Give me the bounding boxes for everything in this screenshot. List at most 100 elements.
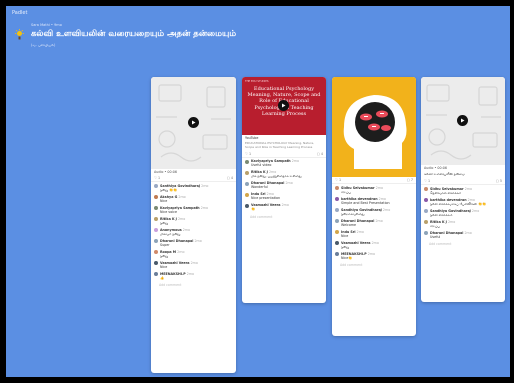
like-button[interactable]: ♡ 1 xyxy=(245,152,251,156)
comment-time: 2mo xyxy=(464,230,472,235)
comment-count: 7 xyxy=(410,178,413,182)
add-comment-input[interactable]: Add comment xyxy=(332,261,416,269)
comment-time: 2mo xyxy=(375,185,384,190)
play-button[interactable] xyxy=(278,100,289,111)
comment-item: Vasmozhi Veera 2mo 👏 xyxy=(242,202,326,213)
like-button[interactable]: ♡ 1 xyxy=(154,176,160,180)
avatar xyxy=(424,209,428,213)
comment-time: 2mo xyxy=(471,208,480,213)
brand-logo[interactable]: Padlet xyxy=(12,10,27,16)
avatar xyxy=(154,250,158,254)
sun-icon xyxy=(15,29,24,40)
comment-text: மிகவும் நன்று xyxy=(160,231,181,236)
add-comment-input[interactable]: Add comment xyxy=(421,240,505,248)
comment-time: 2mo xyxy=(447,219,456,224)
avatar xyxy=(154,228,158,232)
post-card-audio-1[interactable]: Audio • 00:06 ♡ 1 ▢ 4 Santhiya Govindhar… xyxy=(151,77,236,373)
comment-text: 👍 xyxy=(160,275,165,280)
comment-count-button[interactable]: ▢ 4 xyxy=(227,176,233,180)
avatar xyxy=(335,219,339,223)
comment-author: MEENAKSHI.P xyxy=(160,271,186,276)
comment-time: 2mo xyxy=(291,159,300,164)
comment-time: 2mo xyxy=(285,181,293,186)
comment-time: 2mo xyxy=(200,205,209,210)
comment-time: 2mo xyxy=(378,196,386,201)
comment-item: Indu Sri 2mo Nice xyxy=(332,228,416,239)
reaction-bar: ♡ 1 ▢ 7 xyxy=(332,177,416,184)
comment-text: Wonderful xyxy=(251,185,268,190)
comment-item: Sandhiya Govindharaj 2mo நன்றாகவுள்ளது xyxy=(332,206,416,217)
comment-text: Useful video xyxy=(251,163,272,168)
comment-count-button[interactable]: ▢ 5 xyxy=(496,179,502,183)
comment-author: Dharani Dhanapal xyxy=(341,218,375,223)
avatar xyxy=(335,230,339,234)
comment-list: Santhiya Govindharaj 2mo நன்று 👏👏 Akshya … xyxy=(151,182,236,281)
comment-text: Simple and Best Presentation xyxy=(341,200,390,205)
add-comment-input[interactable]: Add comment xyxy=(151,281,236,289)
comment-text: நல்ல விளக்கமாகப் பேசினீர்கள் 👏👏 xyxy=(430,201,487,206)
comment-item: Dharani Dhanapal 2mo Welcome xyxy=(332,217,416,228)
avatar xyxy=(154,239,158,243)
comment-author: karthika devendran xyxy=(341,196,378,201)
breadcrumb: Sara Mathi • 9mo xyxy=(31,23,62,27)
post-card-image[interactable]: ♡ 1 ▢ 7 Sidhu Selvakumar 2mo சிறப்பு kart… xyxy=(332,77,416,336)
comment-item: Dharani Dhanapal 2mo Useful xyxy=(421,229,505,240)
comment-text: தெளிவான விளக்கம் xyxy=(430,190,462,195)
avatar xyxy=(154,195,158,199)
video-description: EDUCATIONAL PSYCHOLOGY Meaning, Nature, … xyxy=(245,141,315,149)
comment-list: Sidhu Selvakumar 2mo சிறப்பு karthika dev… xyxy=(332,184,416,261)
comment-author: karthika devendran xyxy=(430,197,467,202)
comment-item: Roopa M 2mo நன்று xyxy=(151,248,236,259)
like-button[interactable]: ♡ 1 xyxy=(335,178,341,182)
comment-time: 2mo xyxy=(182,227,191,232)
play-button[interactable] xyxy=(457,115,468,126)
comment-item: MEENAKSHI.P 2mo Nice👏 xyxy=(332,250,416,261)
reaction-bar: ♡ 1 ▢ 4 xyxy=(151,175,236,182)
comment-text: நன்று xyxy=(160,220,169,225)
post-card-audio-2[interactable]: Audio • 00:06 கல்வி உளவியலின் தன்மை ♡ 1 … xyxy=(421,77,505,302)
comment-author: MEENAKSHI.P xyxy=(341,251,367,256)
comment-item: Anonymous 2mo மிகவும் நன்று xyxy=(151,226,236,237)
comment-time: 2mo xyxy=(356,229,364,234)
comment-time: 2mo xyxy=(201,183,209,188)
comment-item: Vasmozhi Veera 2mo நன்று xyxy=(332,239,416,250)
comment-author: Sidhu Selvakumar xyxy=(430,186,464,191)
comment-author: Vasmozhi Veera xyxy=(251,203,281,208)
like-count: 1 xyxy=(428,179,431,183)
like-button[interactable]: ♡ 1 xyxy=(424,179,430,183)
audio-thumbnail[interactable] xyxy=(151,77,236,169)
avatar xyxy=(335,208,339,212)
comment-author: Dharani Dhanapal xyxy=(430,230,464,235)
audio-thumbnail[interactable] xyxy=(421,77,505,165)
comment-time: 2mo xyxy=(464,186,473,191)
comment-list: Sidhu Selvakumar 2mo தெளிவான விளக்கம் kar… xyxy=(421,185,505,240)
image-thumbnail[interactable] xyxy=(332,77,416,177)
avatar xyxy=(154,184,158,188)
avatar xyxy=(335,186,339,190)
comment-author: Vasmozhi Veera xyxy=(341,240,371,245)
add-comment-input[interactable]: Add comment xyxy=(242,213,326,221)
comment-author: Sandhiya Govindharaj xyxy=(430,208,471,213)
comment-count-button[interactable]: ▢ 7 xyxy=(407,178,413,182)
comment-time: 2mo xyxy=(375,218,383,223)
video-thumbnail[interactable]: THE EDU STUDIES Educational Psychology M… xyxy=(242,77,326,135)
play-button[interactable] xyxy=(188,117,199,128)
avatar xyxy=(245,181,249,186)
comment-text: சிறப்பு xyxy=(430,223,440,228)
comment-item: Sandhiya Govindharaj 2mo நல்ல விளக்கம் xyxy=(421,207,505,218)
comment-item: karthika devendran 2mo நல்ல விளக்கமாகப் ப… xyxy=(421,196,505,207)
comment-text: Nice xyxy=(160,264,168,269)
comment-count-button[interactable]: ▢ 4 xyxy=(317,152,323,156)
comment-author: Kaviyapriya Sampath xyxy=(160,205,200,210)
comment-time: 2mo xyxy=(190,260,198,265)
avatar xyxy=(424,220,428,224)
head-brain-illustration xyxy=(343,95,407,169)
like-count: 1 xyxy=(158,176,161,180)
comment-text: 👏 xyxy=(251,207,256,212)
comment-text: Nice xyxy=(160,198,168,203)
comment-time: 2mo xyxy=(194,238,202,243)
comment-time: 2mo xyxy=(371,240,379,245)
comment-text: Super xyxy=(160,242,170,247)
post-card-video[interactable]: THE EDU STUDIES Educational Psychology M… xyxy=(242,77,326,303)
comment-time: 2mo xyxy=(186,271,195,276)
